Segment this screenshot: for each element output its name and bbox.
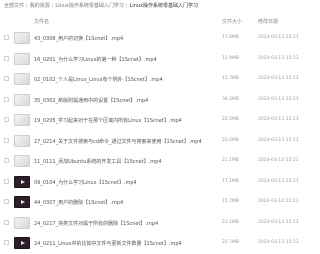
- file-name[interactable]: 43_0308_用户的切换【1Scnet】.mp4: [34, 35, 210, 42]
- file-name[interactable]: 24_0211_Linux中的比如中文件与更新文件数量【1Scnet】.mp4: [34, 240, 210, 247]
- file-row[interactable]: 02_0102_个人是Linux_Linux有个例外【1Scnet】.mp4 1…: [0, 69, 300, 90]
- file-row[interactable]: 24_0217_将类文件对属于所有的删除【1Scnet】.mp4 22.1MB …: [0, 213, 300, 234]
- video-thumbnail: [14, 114, 30, 126]
- video-thumbnail: [14, 134, 30, 147]
- column-header-date[interactable]: 修改日期: [258, 18, 278, 25]
- file-size: 15.7MB: [222, 76, 239, 81]
- file-list-header: 文件名 文件大小 修改日期: [0, 16, 300, 28]
- breadcrumb-item[interactable]: Linux操作系统零基础入门学习: [55, 3, 123, 9]
- file-name[interactable]: 24_0217_将类文件对属于所有的删除【1Scnet】.mp4: [34, 220, 210, 227]
- row-checkbox[interactable]: [4, 219, 9, 225]
- file-row[interactable]: 19_0205_学习起来对于在那个区域内所有Linux【1Scnet】.mp4 …: [0, 110, 300, 131]
- row-checkbox[interactable]: [4, 35, 9, 40]
- video-thumbnail: [14, 32, 30, 44]
- file-name[interactable]: 02_0102_个人是Linux_Linux有个例外【1Scnet】.mp4: [34, 76, 210, 83]
- column-header-size[interactable]: 文件大小: [222, 18, 242, 25]
- file-row[interactable]: 44_0307_用户的删除【1Scnet】.mp4 15.7MB 2024-03…: [0, 192, 300, 213]
- file-date: 2024-03-13 15:21: [258, 178, 299, 184]
- row-checkbox[interactable]: [4, 137, 9, 143]
- file-name[interactable]: 16_0201_为什么学习Linux的第一种【1Scnet】.mp4: [34, 56, 210, 63]
- file-size: 34.2MB: [222, 96, 239, 102]
- file-row[interactable]: 35_0302_新版附属通用中的设置【1Scnet】.mp4 34.2MB 20…: [0, 90, 300, 111]
- file-size: 22.2MB: [222, 137, 239, 143]
- file-date: 2024-03-13 15:21: [258, 158, 299, 163]
- file-name[interactable]: 27_0214_关于文件搜索与cd命令_通过文件与搜索来使用【1Scnet】.m…: [34, 138, 210, 145]
- file-size: 21.1MB: [222, 158, 239, 163]
- file-name[interactable]: 11_0111_添加Ubuntu系统的开发工具【1Scnet】.mp4: [34, 158, 210, 165]
- row-checkbox[interactable]: [4, 96, 9, 102]
- file-date: 2024-03-13 15:21: [258, 137, 299, 143]
- file-size: 15.7MB: [222, 199, 239, 204]
- file-date: 2024-03-13 15:21: [258, 219, 299, 225]
- file-date: 2024-03-13 15:21: [258, 96, 299, 102]
- file-date: 2024-03-13 15:21: [258, 76, 299, 81]
- file-list: 43_0308_用户的切换【1Scnet】.mp4 17.6MB 2024-03…: [0, 28, 300, 254]
- video-thumbnail: [14, 155, 30, 167]
- row-checkbox[interactable]: [4, 199, 9, 204]
- file-date: 2024-03-13 15:21: [258, 199, 299, 204]
- video-thumbnail: [14, 175, 30, 188]
- video-thumbnail: [14, 93, 30, 106]
- row-checkbox[interactable]: [4, 117, 9, 122]
- video-thumbnail: [14, 216, 30, 229]
- video-thumbnail: [14, 73, 30, 85]
- file-row[interactable]: 11_0111_添加Ubuntu系统的开发工具【1Scnet】.mp4 21.1…: [0, 151, 300, 172]
- breadcrumb-current: Linux操作系统零基础入门学习: [129, 3, 199, 9]
- file-date: 2024-03-13 15:21: [258, 117, 299, 122]
- video-thumbnail: [14, 237, 30, 249]
- row-checkbox[interactable]: [4, 55, 9, 61]
- file-row[interactable]: 27_0214_关于文件搜索与cd命令_通过文件与搜索来使用【1Scnet】.m…: [0, 131, 300, 152]
- file-row[interactable]: 09_0104_为什么学习Linux【1Scnet】.mp4 17.1MB 20…: [0, 172, 300, 193]
- file-name[interactable]: 19_0205_学习起来对于在那个区域内所有Linux【1Scnet】.mp4: [34, 117, 210, 124]
- row-checkbox[interactable]: [4, 178, 9, 184]
- file-name[interactable]: 44_0307_用户的删除【1Scnet】.mp4: [34, 199, 210, 206]
- file-name[interactable]: 35_0302_新版附属通用中的设置【1Scnet】.mp4: [34, 97, 210, 104]
- file-name[interactable]: 09_0104_为什么学习Linux【1Scnet】.mp4: [34, 179, 210, 186]
- file-date: 2024-03-13 15:21: [258, 35, 299, 40]
- column-header-name[interactable]: 文件名: [34, 18, 49, 25]
- row-checkbox[interactable]: [4, 158, 9, 163]
- video-thumbnail: [14, 196, 30, 208]
- file-size: 22.1MB: [222, 219, 239, 225]
- breadcrumb-item[interactable]: 我的资源: [30, 3, 50, 9]
- file-row[interactable]: 24_0211_Linux中的比如中文件与更新文件数量【1Scnet】.mp4 …: [0, 233, 300, 254]
- video-thumbnail: [14, 52, 30, 65]
- file-size: 22.5MB: [222, 117, 239, 122]
- file-size: 17.6MB: [222, 35, 239, 40]
- breadcrumb: 全部文件 | 我的资源 | Linux操作系统零基础入门学习 | Linux操作系统零基础入…: [4, 2, 198, 9]
- file-row[interactable]: 16_0201_为什么学习Linux的第一种【1Scnet】.mp4 12.9M…: [0, 49, 300, 70]
- file-date: 2024-03-13 15:21: [258, 55, 299, 61]
- breadcrumb-item[interactable]: 全部文件: [4, 3, 24, 9]
- file-size: 12.9MB: [222, 55, 239, 61]
- row-checkbox[interactable]: [4, 76, 9, 81]
- file-size: 17.1MB: [222, 178, 239, 184]
- file-row[interactable]: 43_0308_用户的切换【1Scnet】.mp4 17.6MB 2024-03…: [0, 28, 300, 49]
